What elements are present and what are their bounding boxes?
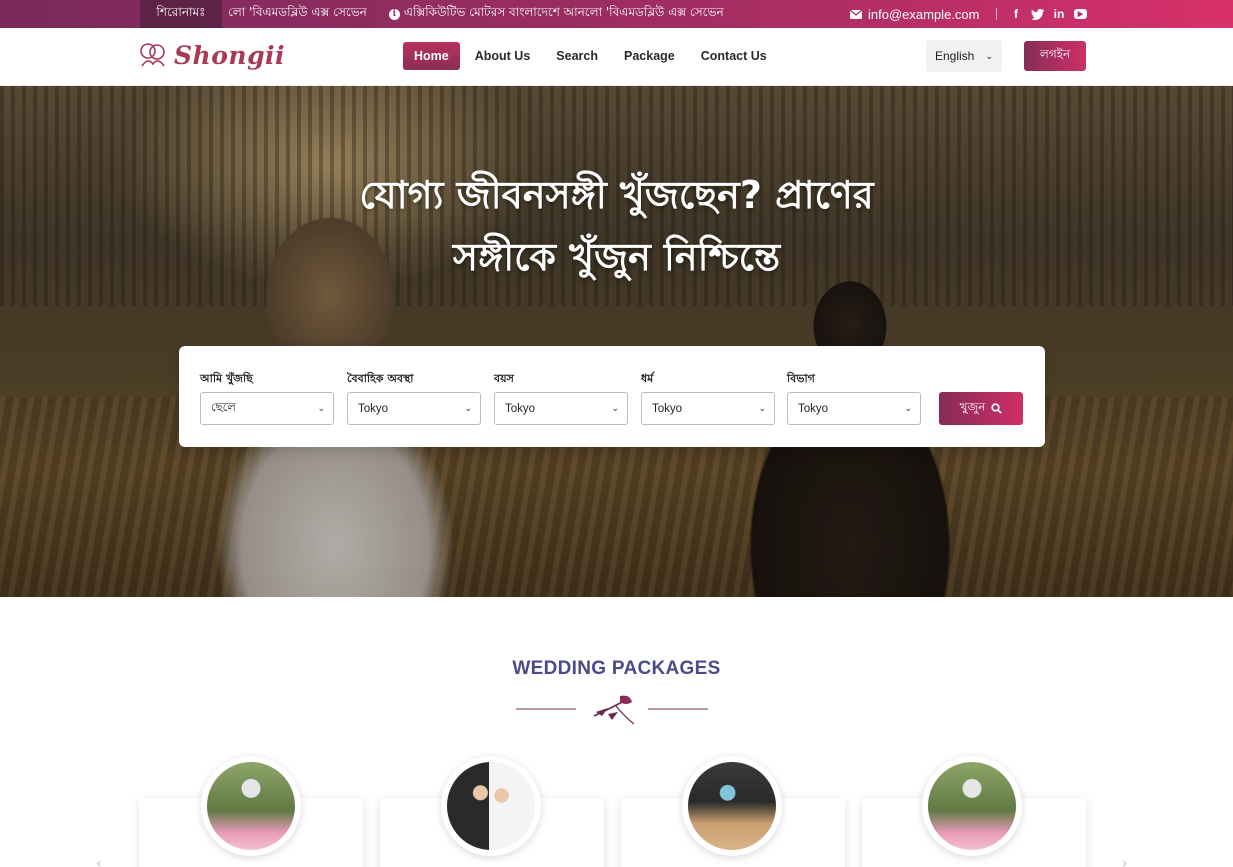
marital-status-label: বৈবাহিক অবস্থা <box>347 372 414 385</box>
flower-divider-icon <box>516 695 708 725</box>
social-links: f in ▶ <box>1010 0 1087 28</box>
marital-status-select[interactable]: Tokyo ⌄ <box>347 392 481 425</box>
info-icon: i <box>388 8 400 20</box>
linkedin-icon[interactable]: in <box>1053 7 1065 21</box>
logo[interactable]: Shongii <box>138 40 285 70</box>
hero-banner: যোগ্য জীবনসঙ্গী খুঁজছেন? প্রাণের সঙ্গীকে… <box>0 86 1233 597</box>
nav-home[interactable]: Home <box>403 42 460 70</box>
nav-contact-us[interactable]: Contact Us <box>690 42 778 70</box>
hero-overlay <box>0 86 1233 597</box>
nav-package[interactable]: Package <box>613 42 686 70</box>
package-photo <box>688 762 776 850</box>
age-select[interactable]: Tokyo ⌄ <box>494 392 628 425</box>
package-photo <box>207 762 295 850</box>
religion-select[interactable]: Tokyo ⌄ <box>641 392 775 425</box>
nav-about-us[interactable]: About Us <box>464 42 542 70</box>
religion-field: ধর্ম Tokyo ⌄ <box>641 370 775 425</box>
chevron-down-icon: ⌄ <box>904 403 912 413</box>
couple-logo-icon <box>140 43 165 67</box>
chevron-down-icon: ⌄ <box>985 50 993 61</box>
envelope-icon <box>850 9 862 19</box>
package-avatar <box>441 756 541 856</box>
twitter-icon[interactable] <box>1031 7 1044 21</box>
chevron-left-icon[interactable]: ‹ <box>96 856 102 867</box>
looking-for-label: আমি খুঁজছি <box>200 372 253 385</box>
hero-title-line-2: সঙ্গীকে খুঁজুন নিশ্চিন্তে <box>452 235 781 279</box>
chevron-down-icon: ⌄ <box>758 403 766 413</box>
ticker-item[interactable]: লো 'বিএমডব্লিউ এক্স সেভেন <box>228 4 367 24</box>
division-select[interactable]: Tokyo ⌄ <box>787 392 921 425</box>
packages-title: WEDDING PACKAGES <box>512 658 721 679</box>
headline-label: শিরোনামঃ <box>140 0 222 28</box>
chevron-right-icon[interactable]: › <box>1122 856 1128 867</box>
navbar: Shongii Home About Us Search Package Con… <box>0 28 1233 86</box>
news-ticker[interactable]: লো 'বিএমডব্লিউ এক্স সেভেন i এক্সিকিউটিভ … <box>228 0 724 28</box>
package-photo <box>447 762 535 850</box>
hero-title-line-1: যোগ্য জীবনসঙ্গী খুঁজছেন? প্রাণের <box>359 173 874 217</box>
email-text: info@example.com <box>868 6 980 22</box>
chevron-down-icon: ⌄ <box>317 403 325 413</box>
package-avatar <box>201 756 301 856</box>
language-select[interactable]: English ⌄ <box>926 40 1002 72</box>
hero-title: যোগ্য জীবনসঙ্গী খুঁজছেন? প্রাণের সঙ্গীকে… <box>200 164 1033 288</box>
top-bar: শিরোনামঃ লো 'বিএমডব্লিউ এক্স সেভেন i এক্… <box>0 0 1233 28</box>
facebook-icon[interactable]: f <box>1010 7 1022 21</box>
package-avatar <box>922 756 1022 856</box>
search-form: আমি খুঁজছি ছেলে ⌄ বৈবাহিক অবস্থা Tokyo ⌄… <box>179 346 1045 447</box>
nav-search[interactable]: Search <box>545 42 609 70</box>
looking-for-select[interactable]: ছেলে ⌄ <box>200 392 334 425</box>
ticker-item[interactable]: i এক্সিকিউটিভ মোটরস বাংলাদেশে আনলো 'বিএম… <box>388 4 724 24</box>
age-field: বয়স Tokyo ⌄ <box>494 370 628 425</box>
looking-for-field: আমি খুঁজছি ছেলে ⌄ <box>200 370 334 425</box>
search-button[interactable]: খুজুন <box>939 392 1023 425</box>
logo-text: Shongii <box>174 40 286 70</box>
chevron-down-icon: ⌄ <box>464 403 472 413</box>
age-label: বয়স <box>494 372 514 385</box>
search-icon <box>991 403 1003 414</box>
marital-status-field: বৈবাহিক অবস্থা Tokyo ⌄ <box>347 370 481 425</box>
login-button[interactable]: লগইন <box>1024 41 1086 71</box>
search-button-label: খুজুন <box>959 399 986 414</box>
package-photo <box>928 762 1016 850</box>
chevron-down-icon: ⌄ <box>611 403 619 413</box>
language-value: English <box>935 49 975 63</box>
package-avatar <box>682 756 782 856</box>
division-label: বিভাগ <box>787 372 815 385</box>
religion-label: ধর্ম <box>641 372 654 385</box>
main-nav: Home About Us Search Package Contact Us <box>403 42 778 70</box>
youtube-icon[interactable]: ▶ <box>1074 9 1087 19</box>
email-link[interactable]: info@example.com <box>850 0 979 28</box>
division-field: বিভাগ Tokyo ⌄ <box>787 370 921 425</box>
divider <box>996 8 997 20</box>
